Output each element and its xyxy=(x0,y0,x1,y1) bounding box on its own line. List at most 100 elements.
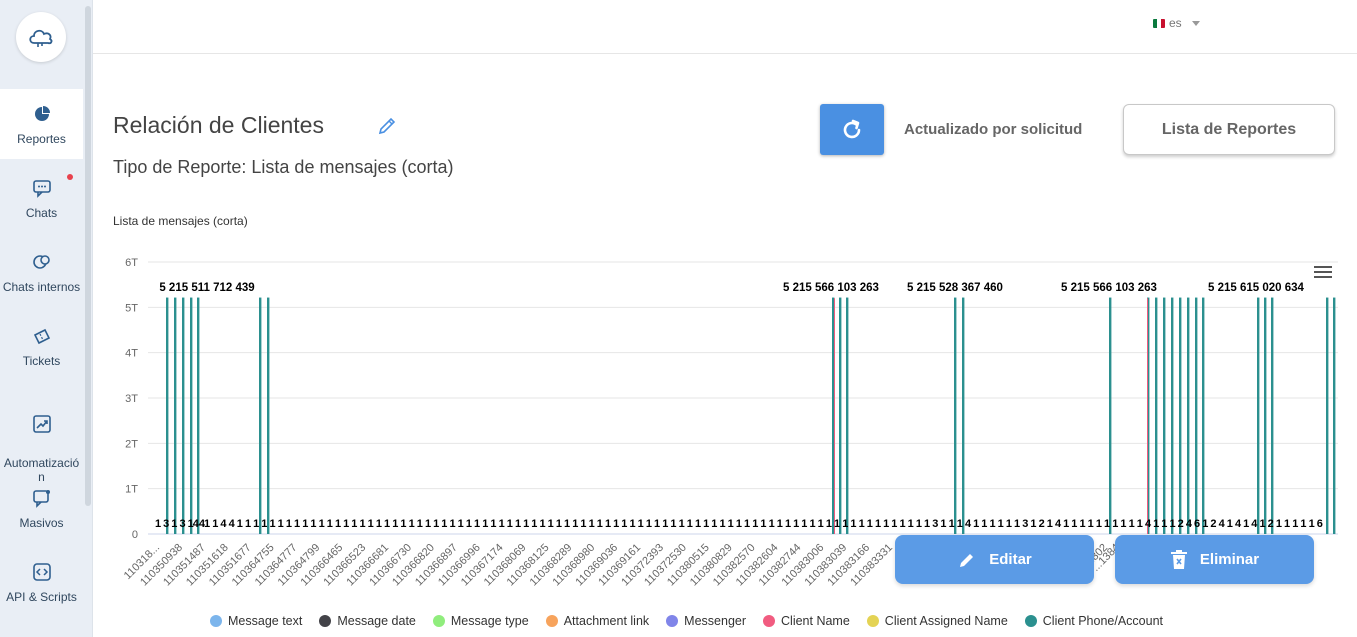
data-label: 1 xyxy=(580,518,586,530)
data-label: 1 xyxy=(924,518,930,530)
data-label: 1 xyxy=(531,518,537,530)
data-label: 1 xyxy=(482,518,488,530)
refresh-button[interactable] xyxy=(820,104,884,155)
sidebar-item-label: Automatizació n xyxy=(3,456,80,484)
data-label: 1 xyxy=(703,518,709,530)
data-label: 1 xyxy=(1104,518,1110,530)
sidebar-item-tickets[interactable]: Tickets xyxy=(0,326,83,368)
legend-item[interactable]: Client Name xyxy=(763,614,850,628)
data-label: 1 xyxy=(916,518,922,530)
data-label: 1 xyxy=(1161,518,1167,530)
legend-label: Messenger xyxy=(684,614,747,628)
legend-marker xyxy=(319,615,332,627)
x-tick-label: 110368980 xyxy=(550,542,597,589)
chart-bar xyxy=(1155,297,1158,534)
data-label: 1 xyxy=(474,518,480,530)
sidebar-item-label: API & Scripts xyxy=(6,590,77,604)
sidebar-scrollbar[interactable] xyxy=(85,6,91,506)
data-label: 1 xyxy=(409,518,415,530)
x-tick-label: 110382744 xyxy=(757,542,804,589)
y-tick-label: 4T xyxy=(125,348,138,360)
sidebar-item-chats-internos[interactable]: Chats internos xyxy=(0,252,83,294)
sidebar-item-automatizacion[interactable]: Automatizació n xyxy=(0,400,83,484)
data-label: 1 xyxy=(654,518,660,530)
x-tick-label: 110366730 xyxy=(367,542,414,589)
app-logo[interactable] xyxy=(16,12,66,62)
data-label: 1 xyxy=(286,518,292,530)
ticket-icon xyxy=(33,328,50,345)
data-label-peak: 5 215 528 367 460 xyxy=(907,282,1003,294)
legend-item[interactable]: Client Phone/Account xyxy=(1024,614,1163,628)
x-tick-label: 110366465 xyxy=(299,542,346,589)
data-label: 1 xyxy=(662,518,668,530)
sidebar-item-reportes[interactable]: Reportes xyxy=(0,89,83,159)
data-label: 1 xyxy=(793,518,799,530)
chart-menu-button[interactable] xyxy=(1314,266,1332,282)
chat-bubble-icon xyxy=(32,180,51,198)
refresh-icon xyxy=(843,119,861,138)
legend-item[interactable]: Message type xyxy=(432,614,529,628)
data-label: 1 xyxy=(1063,518,1069,530)
legend-item[interactable]: Client Assigned Name xyxy=(866,614,1008,628)
sidebar-item-masivos[interactable]: Masivos xyxy=(0,488,83,530)
data-label: 1 xyxy=(368,518,374,530)
x-tick-label: 110366996 xyxy=(436,542,483,589)
x-tick-label: 110364777 xyxy=(253,542,300,589)
data-label: 1 xyxy=(253,518,259,530)
data-label: 1 xyxy=(818,518,824,530)
sidebar-item-label: Tickets xyxy=(22,354,61,368)
x-tick-label: 110366681 xyxy=(344,542,391,589)
x-tick-label: 110367174 xyxy=(459,542,506,589)
sidebar-item-chats[interactable]: Chats xyxy=(0,174,83,220)
data-label: 1 xyxy=(523,518,529,530)
data-label: 1 xyxy=(507,518,513,530)
language-selector[interactable]: es xyxy=(1153,16,1200,30)
data-label: 4 xyxy=(229,518,236,530)
data-label: 1 xyxy=(245,518,251,530)
data-label: 1 xyxy=(441,518,447,530)
trash-icon xyxy=(1170,549,1187,569)
data-label: 1 xyxy=(384,518,390,530)
hamburger-icon-line xyxy=(1314,271,1332,273)
report-list-button[interactable]: Lista de Reportes xyxy=(1123,104,1335,155)
data-label: 4 xyxy=(1145,518,1152,530)
chevron-down-icon xyxy=(1191,20,1200,26)
data-label: 1 xyxy=(1169,518,1175,530)
data-label: 1 xyxy=(1276,518,1282,530)
x-tick-label: 110380829 xyxy=(688,542,735,589)
data-label: 1 xyxy=(646,518,652,530)
edit-title-pencil-icon[interactable] xyxy=(376,115,398,137)
y-tick-label: 3T xyxy=(125,393,138,405)
data-label: 1 xyxy=(417,518,423,530)
edit-button-label: Editar xyxy=(989,551,1032,568)
data-label: 1 xyxy=(981,518,987,530)
chart-bar xyxy=(839,297,842,534)
data-label: 1 xyxy=(859,518,865,530)
data-label: 1 xyxy=(989,518,995,530)
hamburger-icon-line xyxy=(1314,276,1332,278)
data-label: 1 xyxy=(572,518,578,530)
chart-bar xyxy=(1179,297,1182,534)
data-label: 1 xyxy=(1071,518,1077,530)
data-label: 1 xyxy=(785,518,791,530)
data-label: 1 xyxy=(359,518,365,530)
data-label: 1 xyxy=(539,518,545,530)
chart-bar xyxy=(846,297,849,534)
data-label: 1 xyxy=(1079,518,1085,530)
legend-item[interactable]: Messenger xyxy=(666,614,746,628)
delete-button[interactable]: Eliminar xyxy=(1115,535,1314,584)
data-label: 1 xyxy=(188,518,194,530)
chart-bar xyxy=(1333,297,1336,534)
legend-label: Client Assigned Name xyxy=(884,614,1008,628)
data-label: 1 xyxy=(433,518,439,530)
x-tick-label: 110368125 xyxy=(505,542,552,589)
legend-item[interactable]: Attachment link xyxy=(545,614,649,628)
legend-item[interactable]: Message date xyxy=(319,614,416,628)
data-label: 1 xyxy=(752,518,758,530)
data-label: 1 xyxy=(425,518,431,530)
data-label: 1 xyxy=(728,518,734,530)
edit-button[interactable]: Editar xyxy=(895,535,1094,584)
x-tick-label: 110383331 xyxy=(848,542,895,589)
legend-item[interactable]: Message text xyxy=(210,614,302,628)
sidebar-item-api-scripts[interactable]: API & Scripts xyxy=(0,562,83,604)
